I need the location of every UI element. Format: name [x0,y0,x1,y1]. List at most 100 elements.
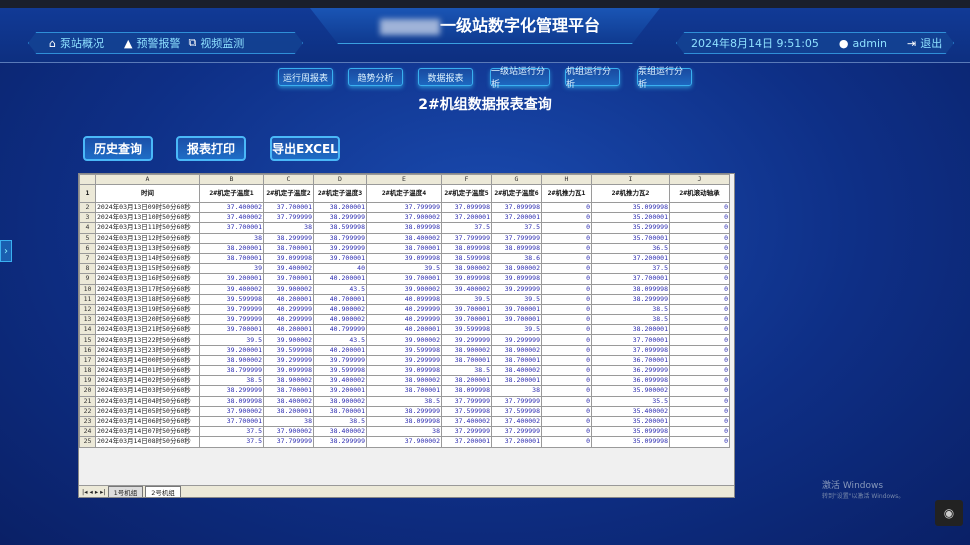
value-cell[interactable]: 39.700001 [366,273,442,285]
value-cell[interactable]: 0 [669,354,730,367]
value-cell[interactable]: 38.6 [491,252,542,265]
column-letter[interactable]: B [199,174,264,185]
value-cell[interactable]: 0 [541,334,592,346]
value-cell[interactable]: 39.099998 [366,364,442,377]
value-cell[interactable]: 35.200001 [591,212,670,224]
column-header[interactable]: 2#机推力瓦1 [541,184,592,203]
value-cell[interactable]: 39.700001 [313,252,367,265]
value-cell[interactable]: 38.900002 [313,395,367,407]
row-number[interactable]: 7 [79,252,96,265]
column-header[interactable]: 2#机滚动轴承 [669,184,730,203]
value-cell[interactable]: 38 [263,222,314,234]
value-cell[interactable]: 38.200001 [591,324,670,336]
value-cell[interactable]: 38.700001 [263,385,314,397]
value-cell[interactable]: 38 [491,385,542,397]
column-letter[interactable]: C [263,174,314,185]
tab-station-analysis[interactable]: 一级站运行分析 [490,67,550,90]
value-cell[interactable]: 0 [669,385,730,397]
value-cell[interactable]: 39.799999 [199,314,264,326]
value-cell[interactable]: 0 [669,415,730,428]
value-cell[interactable]: 38.900002 [263,375,314,387]
value-cell[interactable]: 37.799999 [263,212,314,224]
value-cell[interactable]: 0 [669,314,730,326]
row-number[interactable]: 3 [79,212,96,224]
value-cell[interactable]: 38.599998 [441,252,492,265]
column-letter[interactable]: I [591,174,670,185]
row-number[interactable]: 21 [79,395,96,407]
value-cell[interactable]: 0 [669,283,730,295]
nav-station-overview[interactable]: ⌂ 泵站概况 [49,35,104,51]
time-cell[interactable]: 2024年03月13日22时50分60秒 [95,334,200,346]
value-cell[interactable]: 38.200001 [263,405,314,417]
value-cell[interactable]: 38.799999 [199,364,264,377]
value-cell[interactable]: 39.200001 [199,273,264,285]
value-cell[interactable]: 37.200001 [441,212,492,224]
value-cell[interactable]: 39.599998 [441,324,492,336]
value-cell[interactable]: 37.700001 [591,334,670,346]
value-cell[interactable]: 39.400002 [199,283,264,295]
value-cell[interactable]: 37.799999 [441,395,492,407]
value-cell[interactable]: 35.900002 [591,385,670,397]
value-cell[interactable]: 39.299999 [491,334,542,346]
column-header[interactable]: 2#机定子温度4 [366,184,442,203]
value-cell[interactable]: 37.299999 [441,426,492,438]
value-cell[interactable]: 38.599998 [313,222,367,234]
value-cell[interactable]: 37.900002 [366,212,442,224]
value-cell[interactable]: 39.799999 [199,303,264,316]
value-cell[interactable]: 37.099998 [591,344,670,356]
tab-unit-analysis[interactable]: 机组运行分析 [565,67,620,90]
value-cell[interactable]: 38.5 [591,314,670,326]
value-cell[interactable]: 39.200001 [313,385,367,397]
nav-video[interactable]: ⧉ 视频监测 [188,35,244,51]
value-cell[interactable]: 0 [541,385,592,397]
value-cell[interactable]: 38.299999 [199,385,264,397]
value-cell[interactable]: 38.700001 [491,354,542,367]
value-cell[interactable]: 38.200001 [491,375,542,387]
value-cell[interactable]: 0 [541,252,592,265]
column-header[interactable]: 2#机定子温度2 [263,184,314,203]
value-cell[interactable]: 0 [541,293,592,305]
value-cell[interactable]: 0 [541,273,592,285]
time-cell[interactable]: 2024年03月13日15时50分60秒 [95,263,200,275]
column-header[interactable]: 2#机定子温度3 [313,184,367,203]
nav-alarm[interactable]: ▲ 预警报警 [124,35,180,51]
value-cell[interactable]: 39.299999 [313,242,367,254]
column-header[interactable]: 时间 [95,184,200,203]
column-letter[interactable]: J [669,174,730,185]
value-cell[interactable]: 38.099998 [441,242,492,254]
value-cell[interactable]: 38.5 [313,415,367,428]
value-cell[interactable]: 39.099998 [263,364,314,377]
print-report-button[interactable]: 报表打印 [176,136,246,161]
value-cell[interactable]: 38.700001 [263,242,314,254]
value-cell[interactable]: 0 [541,263,592,275]
value-cell[interactable]: 38 [366,426,442,438]
value-cell[interactable]: 37.200001 [441,436,492,448]
value-cell[interactable]: 39.5 [199,334,264,346]
value-cell[interactable]: 39.599998 [313,364,367,377]
value-cell[interactable]: 38.5 [441,364,492,377]
value-cell[interactable]: 37.900002 [263,426,314,438]
value-cell[interactable]: 39.099998 [441,273,492,285]
value-cell[interactable]: 36.700001 [591,354,670,367]
value-cell[interactable]: 39.299999 [366,354,442,367]
time-cell[interactable]: 2024年03月13日14时50分60秒 [95,252,200,265]
value-cell[interactable]: 43.5 [313,283,367,295]
column-header[interactable]: 2#机定子温度6 [491,184,542,203]
value-cell[interactable]: 37.700001 [591,273,670,285]
value-cell[interactable]: 38.299999 [263,232,314,244]
time-cell[interactable]: 2024年03月13日09时50分60秒 [95,201,200,214]
value-cell[interactable]: 37.799999 [263,436,314,448]
value-cell[interactable]: 39.5 [441,293,492,305]
value-cell[interactable]: 0 [669,273,730,285]
value-cell[interactable]: 38.700001 [366,385,442,397]
time-cell[interactable]: 2024年03月13日12时50分60秒 [95,232,200,244]
time-cell[interactable]: 2024年03月14日01时50分60秒 [95,364,200,377]
row-number[interactable]: 2 [79,201,96,214]
value-cell[interactable]: 40.200001 [313,273,367,285]
value-cell[interactable]: 38.5 [199,375,264,387]
value-cell[interactable]: 38.900002 [199,354,264,367]
row-number[interactable]: 23 [79,415,96,428]
value-cell[interactable]: 38.5 [591,303,670,316]
value-cell[interactable]: 38.5 [366,395,442,407]
spreadsheet[interactable]: A B C D E F G H I J 1 时间 2#机定子温度1 2#机定子温度2 2#机定子温度3 2#机… [78,173,735,498]
